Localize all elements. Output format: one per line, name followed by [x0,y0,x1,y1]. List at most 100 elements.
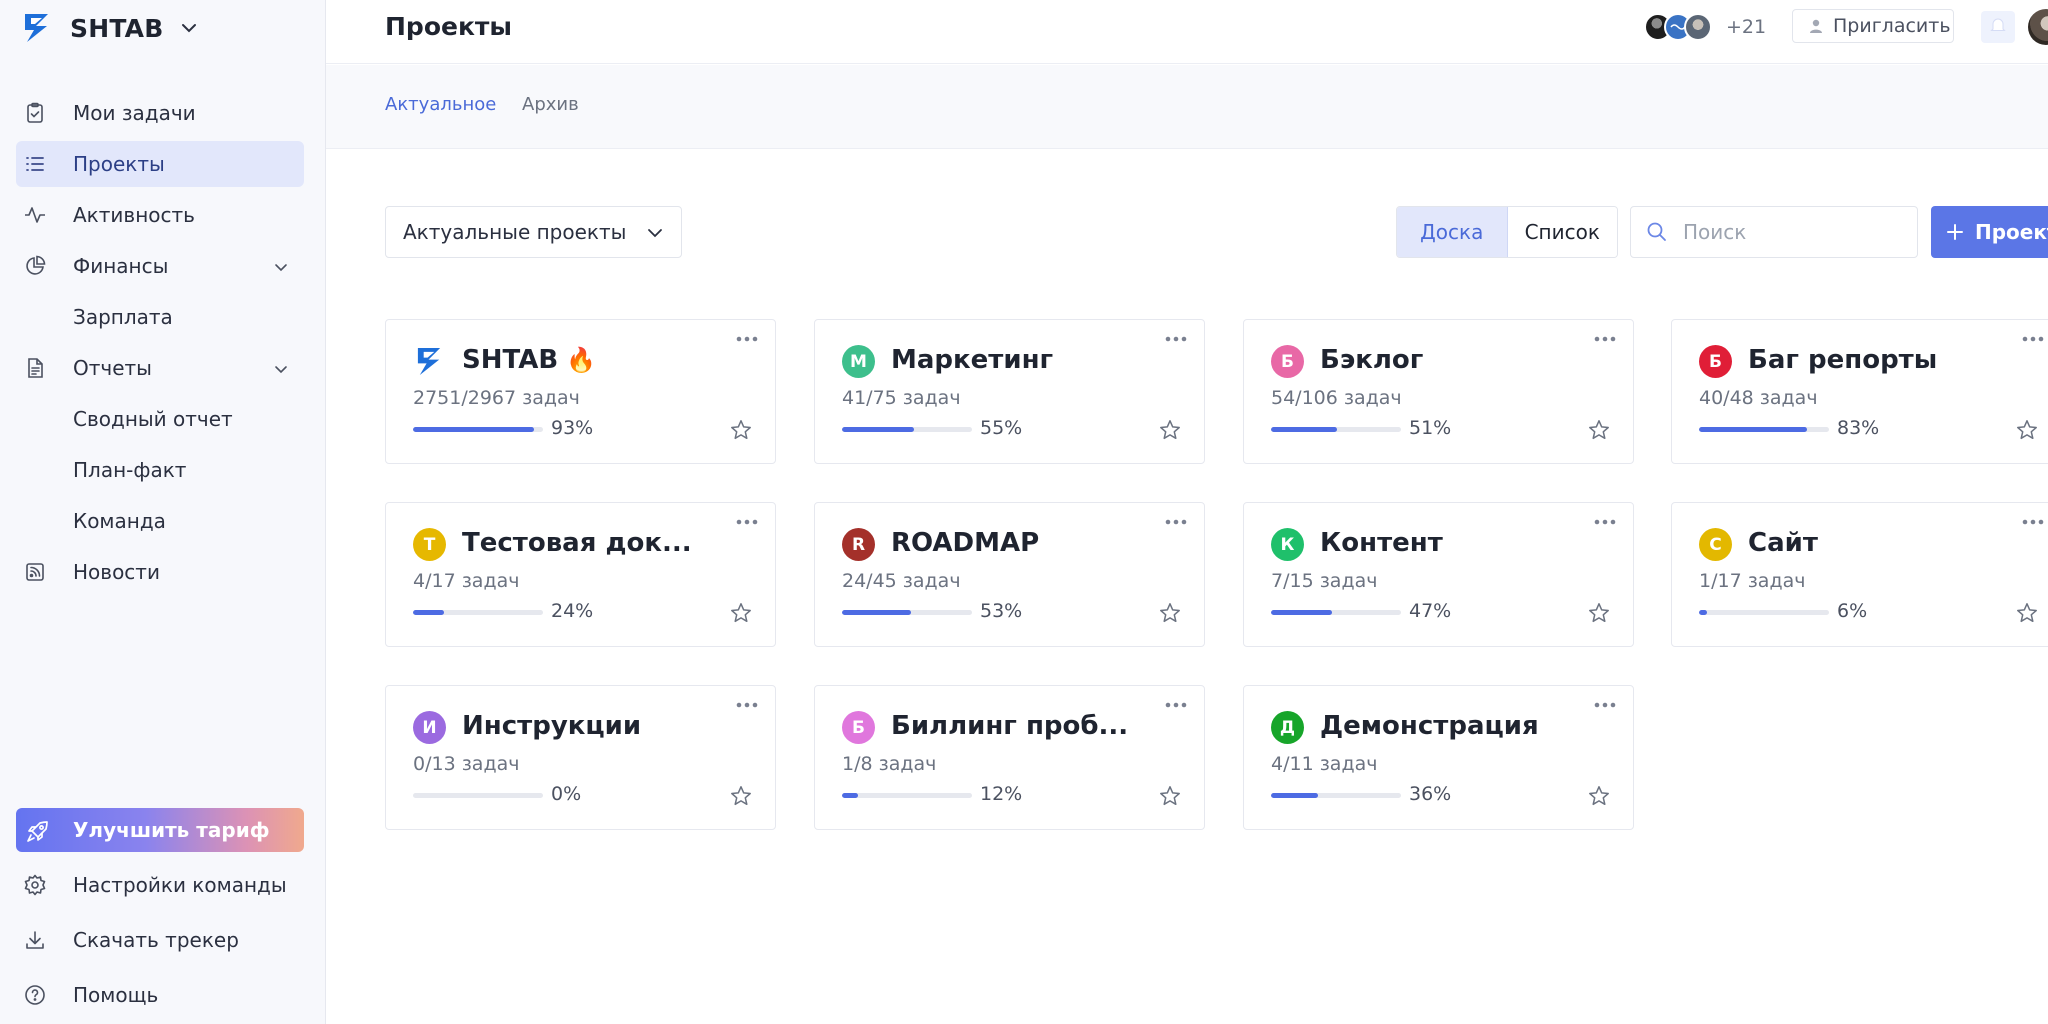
team-avatars[interactable]: +21 [1644,12,1766,42]
rss-icon [24,561,46,583]
project-task-count: 40/48 задач [1699,387,1818,409]
sidebar-item-team-settings[interactable]: Настройки команды [16,862,304,908]
project-grid: SHTAB 🔥 2751/2967 задач 93% М Маркетинг 4… [385,319,2048,839]
sidebar-item-finance[interactable]: Финансы [16,243,304,289]
more-options-icon[interactable] [1164,334,1188,344]
star-favorite-icon[interactable] [1158,784,1182,808]
star-favorite-icon[interactable] [1587,418,1611,442]
project-progress-bar [842,793,972,798]
tab-current[interactable]: Актуальное [385,94,496,115]
invite-label: Пригласить [1833,15,1951,37]
more-options-icon[interactable] [2021,517,2045,527]
project-progress-bar [842,427,972,432]
more-options-icon[interactable] [1593,517,1617,527]
more-options-icon[interactable] [1593,334,1617,344]
project-card[interactable]: Б Бэклог 54/106 задач 51% [1243,319,1634,464]
star-favorite-icon[interactable] [729,784,753,808]
project-card[interactable]: Т Тестовая док... 4/17 задач 24% [385,502,776,647]
upgrade-plan-button[interactable]: Улучшить тариф [16,808,304,852]
gear-icon [24,874,46,896]
add-project-label: Проект [1975,220,2048,244]
user-avatar[interactable] [2028,9,2048,45]
more-options-icon[interactable] [735,517,759,527]
more-options-icon[interactable] [1164,517,1188,527]
star-favorite-icon[interactable] [729,418,753,442]
sidebar-item-plan-fact[interactable]: План-факт [16,447,304,493]
star-favorite-icon[interactable] [1587,601,1611,625]
project-task-count: 2751/2967 задач [413,387,580,409]
project-card[interactable]: SHTAB 🔥 2751/2967 задач 93% [385,319,776,464]
page-title: Проекты [385,12,513,41]
project-task-count: 7/15 задач [1271,570,1378,592]
more-options-icon[interactable] [1593,700,1617,710]
invite-button[interactable]: Пригласить [1792,9,1954,43]
document-icon [24,357,46,379]
notifications-button[interactable] [1981,11,2015,43]
plus-icon [1945,222,1965,242]
more-options-icon[interactable] [1164,700,1188,710]
more-options-icon[interactable] [2021,334,2045,344]
project-card[interactable]: Б Биллинг проб... 1/8 задач 12% [814,685,1205,830]
chevron-down-icon [179,18,199,38]
top-header: Проекты +21 Пригласить [326,0,2048,64]
project-name: Тестовая док... [462,528,692,558]
download-icon [24,929,46,951]
project-card[interactable]: R ROADMAP 24/45 задач 53% [814,502,1205,647]
sidebar-item-label: План-факт [73,458,187,482]
project-card[interactable]: Б Баг репорты 40/48 задач 83% [1671,319,2048,464]
user-icon [1807,17,1825,35]
project-name: Маркетинг [891,345,1054,375]
star-favorite-icon[interactable] [2015,601,2039,625]
sidebar-item-team[interactable]: Команда [16,498,304,544]
project-task-count: 24/45 задач [842,570,961,592]
star-favorite-icon[interactable] [729,601,753,625]
sidebar-item-projects[interactable]: Проекты [16,141,304,187]
sidebar-item-label: Зарплата [73,305,173,329]
project-progress-bar [1699,427,1829,432]
project-card[interactable]: С Сайт 1/17 задач 6% [1671,502,2048,647]
add-project-button[interactable]: Проект [1931,206,2048,258]
project-task-count: 0/13 задач [413,753,520,775]
project-card[interactable]: М Маркетинг 41/75 задач 55% [814,319,1205,464]
project-progress-bar [413,427,543,432]
fire-icon: 🔥 [566,346,597,374]
more-options-icon[interactable] [735,700,759,710]
project-progress-percent: 12% [980,783,1023,805]
project-task-count: 1/17 задач [1699,570,1806,592]
project-tabs: Актуальное Архив [326,65,2048,149]
sidebar-item-download-tracker[interactable]: Скачать трекер [16,917,304,963]
project-progress-bar [1271,427,1401,432]
workspace-switcher[interactable]: SHTAB [22,8,199,48]
sidebar-item-help[interactable]: Помощь [16,972,304,1018]
sidebar-item-news[interactable]: Новости [16,549,304,595]
sidebar-item-my-tasks[interactable]: Мои задачи [16,90,304,136]
pie-chart-icon [24,255,46,277]
project-progress-percent: 24% [551,600,594,622]
view-list-button[interactable]: Список [1507,207,1617,257]
rocket-icon [26,819,50,843]
star-favorite-icon[interactable] [1587,784,1611,808]
sidebar-item-reports[interactable]: Отчеты [16,345,304,391]
sidebar-item-activity[interactable]: Активность [16,192,304,238]
sidebar-item-salary[interactable]: Зарплата [16,294,304,340]
star-favorite-icon[interactable] [1158,601,1182,625]
project-card[interactable]: Д Демонстрация 4/11 задач 36% [1243,685,1634,830]
chevron-down-icon [645,223,665,243]
project-initial-badge: К [1271,528,1304,561]
sidebar-item-label: Настройки команды [73,873,287,897]
star-favorite-icon[interactable] [2015,418,2039,442]
tab-archive[interactable]: Архив [522,94,579,115]
project-initial-badge: Б [842,711,875,744]
project-initial-badge: И [413,711,446,744]
chevron-down-icon [272,360,290,378]
view-board-button[interactable]: Доска [1397,207,1508,257]
more-options-icon[interactable] [735,334,759,344]
project-card[interactable]: К Контент 7/15 задач 47% [1243,502,1634,647]
sidebar-item-summary-report[interactable]: Сводный отчет [16,396,304,442]
star-favorite-icon[interactable] [1158,418,1182,442]
project-filter-select[interactable]: Актуальные проекты [385,206,682,258]
project-task-count: 1/8 задач [842,753,937,775]
project-progress-percent: 55% [980,417,1023,439]
search-input[interactable] [1683,220,1903,244]
project-card[interactable]: И Инструкции 0/13 задач 0% [385,685,776,830]
